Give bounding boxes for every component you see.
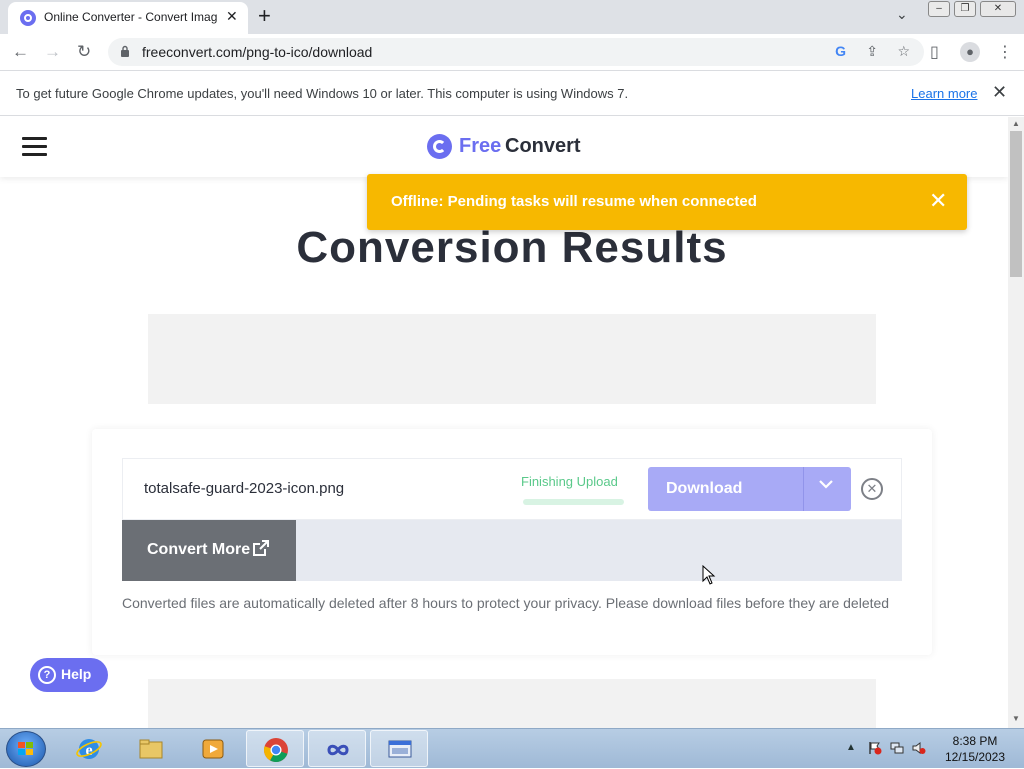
network-icon[interactable] [890, 741, 904, 755]
taskbar-clock[interactable]: 8:38 PM 12/15/2023 [940, 733, 1010, 765]
media-player-icon [202, 739, 224, 759]
ad-placeholder-top [148, 314, 876, 404]
action-center-flag-icon[interactable] [868, 741, 882, 755]
help-label: Help [61, 666, 92, 682]
site-header: Free Convert [0, 117, 1008, 177]
windows-taskbar: e ▲ 8:38 PM 12/15/2023 [0, 728, 1024, 768]
share-icon[interactable]: ⇪ [866, 43, 878, 60]
browser-tab[interactable]: Online Converter - Convert Imag ✕ [8, 2, 248, 34]
address-bar[interactable]: freeconvert.com/png-to-ico/download G ⇪ … [108, 38, 924, 66]
scroll-down-icon[interactable]: ▼ [1012, 714, 1020, 723]
keyboard-window-icon [388, 740, 412, 758]
privacy-notice: Converted files are automatically delete… [122, 595, 890, 611]
taskbar-keyboard-app[interactable] [370, 730, 428, 767]
logo-text-convert: Convert [505, 135, 581, 157]
side-panel-icon[interactable]: ▯ [930, 42, 939, 62]
infobar-close-icon[interactable]: ✕ [992, 82, 1007, 103]
clock-time: 8:38 PM [952, 734, 998, 748]
upload-progress-bar [523, 499, 624, 505]
tray-expand-icon[interactable]: ▲ [846, 742, 856, 753]
start-button[interactable] [6, 731, 46, 767]
internet-explorer-icon: e [76, 739, 102, 759]
menu-kebab-icon[interactable]: ⋮ [997, 42, 1013, 62]
page-scrollbar[interactable]: ▲ ▼ [1008, 117, 1024, 728]
system-tray: ▲ 8:38 PM 12/15/2023 [840, 729, 1024, 769]
external-link-icon [253, 540, 269, 556]
profile-avatar-icon[interactable]: ● [960, 42, 980, 62]
question-icon: ? [38, 666, 56, 684]
mouse-cursor-icon [702, 565, 716, 585]
lock-icon [121, 45, 129, 57]
learn-more-link[interactable]: Learn more [911, 86, 977, 101]
page-viewport: Free Convert Conversion Results totalsaf… [0, 117, 1008, 728]
tab-title: Online Converter - Convert Imag [44, 10, 218, 24]
toast-message: Offline: Pending tasks will resume when … [391, 193, 757, 210]
reload-icon[interactable]: ↻ [77, 42, 91, 62]
tab-close-icon[interactable]: ✕ [226, 8, 238, 25]
download-divider [803, 467, 804, 511]
tab-search-chevron-icon[interactable]: ⌄ [896, 6, 908, 23]
file-row: totalsafe-guard-2023-icon.png Finishing … [122, 458, 902, 520]
browser-toolbar: ← → ↻ freeconvert.com/png-to-ico/downloa… [0, 34, 1024, 70]
windows-logo-icon [18, 742, 33, 755]
minimize-button[interactable]: ‒ [928, 1, 950, 17]
bookmark-star-icon[interactable]: ☆ [897, 43, 910, 60]
tab-strip: Online Converter - Convert Imag ✕ + ⌄ ‒ … [0, 0, 1024, 34]
google-lens-icon[interactable]: G [835, 43, 846, 59]
hamburger-menu-icon[interactable] [22, 137, 47, 157]
infobar-message: To get future Google Chrome updates, you… [16, 86, 629, 101]
folder-icon [139, 739, 163, 759]
new-tab-button[interactable]: + [258, 4, 271, 28]
window-close-button[interactable]: ✕ [980, 1, 1016, 17]
action-row: Convert More [122, 520, 902, 581]
toast-close-icon[interactable]: ✕ [929, 188, 947, 214]
freeconvert-favicon-icon [20, 10, 36, 26]
update-infobar: To get future Google Chrome updates, you… [0, 70, 1024, 116]
taskbar-infinity-app[interactable] [308, 730, 366, 767]
taskbar-media-player[interactable] [184, 730, 242, 767]
help-button[interactable]: ? Help [30, 658, 108, 692]
logo-text-free: Free [459, 135, 502, 157]
chevron-down-icon[interactable] [818, 476, 834, 497]
volume-muted-icon[interactable] [912, 741, 926, 755]
forward-arrow-icon[interactable]: → [44, 42, 61, 62]
file-name: totalsafe-guard-2023-icon.png [144, 480, 345, 497]
scrollbar-thumb[interactable] [1010, 131, 1022, 277]
restore-button[interactable]: ❐ [954, 1, 976, 17]
download-button[interactable]: Download [648, 467, 851, 511]
page-title: Conversion Results [296, 223, 728, 272]
scroll-up-icon[interactable]: ▲ [1012, 119, 1020, 128]
results-card: totalsafe-guard-2023-icon.png Finishing … [92, 429, 932, 655]
convert-more-label: Convert More [147, 541, 251, 558]
remove-file-icon[interactable]: ✕ [861, 478, 883, 500]
freeconvert-logo-icon [427, 134, 452, 159]
url-text: freeconvert.com/png-to-ico/download [142, 44, 373, 60]
back-arrow-icon[interactable]: ← [12, 42, 29, 62]
ad-placeholder-bottom [148, 679, 876, 728]
clock-date: 12/15/2023 [944, 750, 1006, 764]
taskbar-internet-explorer[interactable]: e [60, 730, 118, 767]
download-label: Download [666, 480, 743, 497]
offline-toast: Offline: Pending tasks will resume when … [367, 174, 967, 230]
upload-status: Finishing Upload [521, 474, 618, 489]
infinity-icon [327, 744, 349, 756]
taskbar-file-explorer[interactable] [122, 730, 180, 767]
convert-more-button[interactable]: Convert More [122, 520, 296, 581]
chrome-icon [264, 738, 288, 762]
taskbar-chrome[interactable] [246, 730, 304, 767]
